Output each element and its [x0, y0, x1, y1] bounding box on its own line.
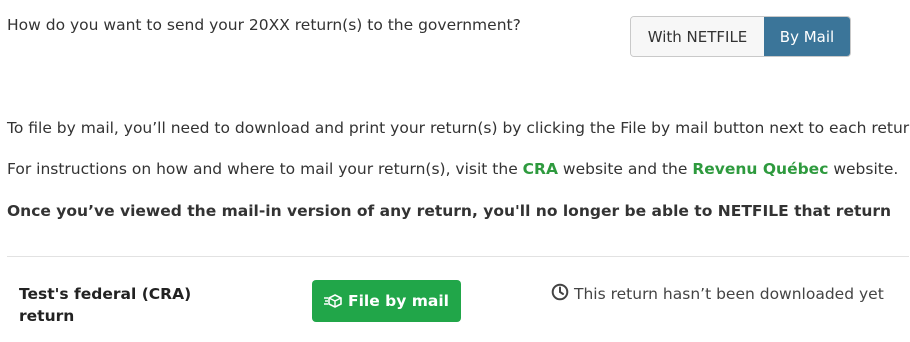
download-status: This return hasn’t been downloaded yet [551, 283, 884, 305]
instructions-mail-text: For instructions on how and where to mai… [7, 160, 898, 178]
fast-delivery-box-icon [324, 294, 342, 308]
revenu-quebec-website-link[interactable]: Revenu Québec [692, 160, 828, 178]
section-divider [7, 256, 909, 257]
instructions-mail-suffix: website. [828, 160, 899, 178]
instructions-mail-prefix: For instructions on how and where to mai… [7, 160, 523, 178]
instructions-mail-middle: website and the [557, 160, 693, 178]
clock-icon [551, 283, 569, 305]
return-title: Test's federal (CRA) return [19, 285, 192, 325]
send-method-question: How do you want to send your 20XX return… [7, 16, 521, 34]
send-method-toggle: With NETFILE By Mail [630, 16, 851, 57]
cra-website-link[interactable]: CRA [523, 160, 558, 178]
by-mail-option-button[interactable]: By Mail [764, 17, 850, 56]
file-by-mail-label: File by mail [348, 292, 449, 310]
netfile-warning-text: Once you’ve viewed the mail-in version o… [7, 202, 892, 220]
netfile-option-button[interactable]: With NETFILE [631, 17, 764, 56]
download-status-text: This return hasn’t been downloaded yet [574, 285, 884, 303]
file-by-mail-button[interactable]: File by mail [312, 280, 461, 322]
instructions-download-text: To file by mail, you’ll need to download… [7, 119, 910, 137]
